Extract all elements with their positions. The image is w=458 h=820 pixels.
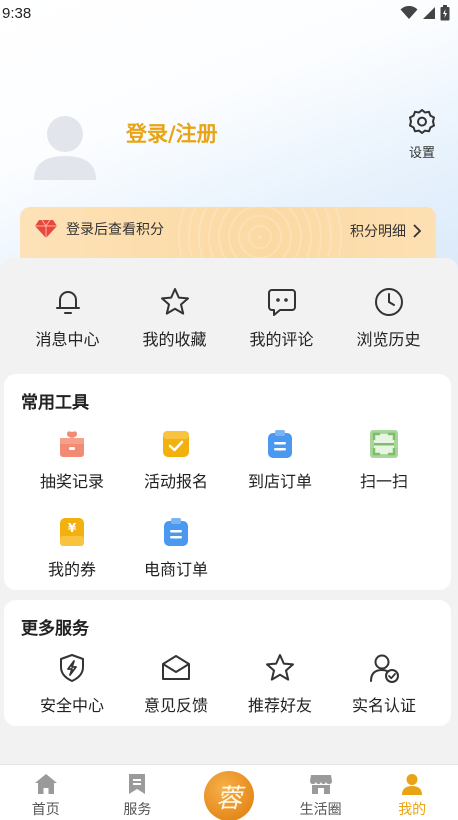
tool-event-signup[interactable]: 活动报名 <box>124 428 228 492</box>
chevron-right-icon <box>413 224 422 238</box>
tab-label: 生活圈 <box>299 802 342 818</box>
star-outline-icon <box>266 654 294 681</box>
service-label: 实名认证 <box>351 696 416 715</box>
quick-label: 消息中心 <box>35 330 100 349</box>
status-time: 9:38 <box>2 4 32 22</box>
services-card: 更多服务 安全中心 意见反馈 推荐好友 实名认证 <box>4 600 451 726</box>
service-security-center[interactable]: 安全中心 <box>20 652 124 716</box>
quick-label: 我的评论 <box>249 330 314 349</box>
tool-label: 我的券 <box>47 560 96 579</box>
comment-icon <box>267 289 296 316</box>
tool-scan[interactable]: 扫一扫 <box>332 428 436 492</box>
tab-center-logo[interactable]: 蓉 <box>183 765 275 820</box>
points-detail-link[interactable]: 积分明细 <box>350 221 422 241</box>
bottom-tab-bar: 首页 服务 蓉 生活圈 我的 <box>0 764 458 820</box>
service-real-name-verify[interactable]: 实名认证 <box>332 652 436 716</box>
avatar-placeholder-icon <box>34 116 96 180</box>
settings-label: 设置 <box>408 146 435 161</box>
store-order-icon <box>268 430 292 458</box>
wifi-icon <box>400 6 418 19</box>
service-label: 安全中心 <box>39 696 104 715</box>
center-logo-glyph: 蓉 <box>215 783 242 814</box>
home-icon <box>34 774 57 794</box>
gear-icon <box>409 109 435 134</box>
center-logo-icon: 蓉 <box>203 771 254 820</box>
main-content: 消息中心 我的收藏 我的评论 浏览历史 常用工具 抽奖记录 活动报名 到店订单 … <box>0 258 458 766</box>
tab-home[interactable]: 首页 <box>0 765 92 820</box>
clock-icon <box>374 288 403 316</box>
coupon-icon: ¥ <box>60 518 84 546</box>
feedback-mail-icon <box>162 655 190 680</box>
signup-icon <box>163 431 189 457</box>
ecommerce-order-icon <box>164 518 188 546</box>
tool-label: 活动报名 <box>143 472 208 491</box>
shop-icon <box>309 775 332 794</box>
star-icon <box>160 288 189 315</box>
tool-label: 电商订单 <box>143 560 208 579</box>
tab-label: 我的 <box>398 802 427 818</box>
tab-mine[interactable]: 我的 <box>366 765 458 820</box>
diamond-icon <box>35 219 57 238</box>
settings-button[interactable]: 设置 <box>400 108 444 161</box>
signal-icon <box>423 7 435 19</box>
tool-ecommerce-orders[interactable]: 电商订单 <box>124 516 228 580</box>
points-prompt: 登录后查看积分 <box>66 222 164 238</box>
points-info: 登录后查看积分 <box>34 219 164 239</box>
service-feedback[interactable]: 意见反馈 <box>124 652 228 716</box>
login-register-link[interactable]: 登录/注册 <box>126 118 218 148</box>
scan-icon <box>370 430 398 458</box>
quick-label: 我的收藏 <box>142 330 207 349</box>
bell-icon <box>55 291 80 314</box>
battery-icon <box>440 5 450 21</box>
status-bar: 9:38 <box>0 0 458 26</box>
quick-actions-row: 消息中心 我的收藏 我的评论 浏览历史 <box>0 286 458 366</box>
profile-icon <box>402 774 423 795</box>
tab-life-circle[interactable]: 生活圈 <box>275 765 367 820</box>
quick-message-center[interactable]: 消息中心 <box>14 286 121 366</box>
shield-icon <box>60 654 84 682</box>
tool-label: 抽奖记录 <box>39 472 104 491</box>
tool-label: 扫一扫 <box>359 472 408 491</box>
tab-label: 首页 <box>31 802 60 818</box>
tool-lottery-records[interactable]: 抽奖记录 <box>20 428 124 492</box>
svg-text:¥: ¥ <box>68 521 77 535</box>
points-card[interactable]: 登录后查看积分 积分明细 <box>20 207 436 261</box>
tools-title: 常用工具 <box>21 393 89 413</box>
service-recommend-friends[interactable]: 推荐好友 <box>228 652 332 716</box>
status-icons <box>400 5 450 21</box>
tools-card: 常用工具 抽奖记录 活动报名 到店订单 扫一扫 ¥ 我的券 电商订单 <box>4 374 451 590</box>
bookmark-icon <box>129 774 146 794</box>
lottery-icon <box>60 431 84 457</box>
profile-section: 登录/注册 设置 <box>0 100 458 190</box>
points-detail-label: 积分明细 <box>350 224 406 240</box>
user-verify-icon <box>370 654 399 683</box>
quick-my-comments[interactable]: 我的评论 <box>228 286 335 366</box>
quick-label: 浏览历史 <box>356 330 421 349</box>
services-title: 更多服务 <box>21 619 89 639</box>
avatar[interactable] <box>32 110 98 180</box>
tab-label: 服务 <box>123 802 152 818</box>
tab-services[interactable]: 服务 <box>92 765 184 820</box>
tool-my-coupons[interactable]: ¥ 我的券 <box>20 516 124 580</box>
service-label: 意见反馈 <box>143 696 208 715</box>
tool-store-orders[interactable]: 到店订单 <box>228 428 332 492</box>
quick-my-favorites[interactable]: 我的收藏 <box>121 286 228 366</box>
service-label: 推荐好友 <box>247 696 312 715</box>
points-card-pattern <box>170 207 350 261</box>
quick-browse-history[interactable]: 浏览历史 <box>335 286 442 366</box>
tool-label: 到店订单 <box>247 472 312 491</box>
